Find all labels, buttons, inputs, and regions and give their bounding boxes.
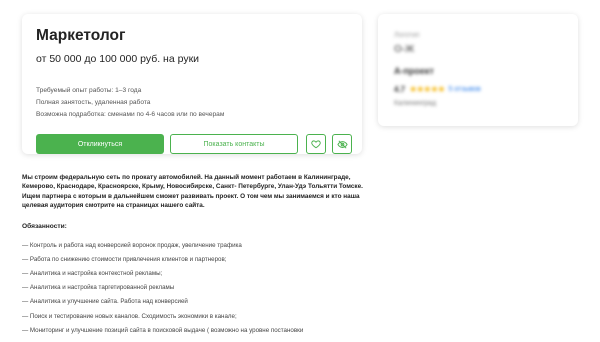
rating-stars: ★★★★★: [409, 84, 445, 94]
employer-logo[interactable]: Логотип: [394, 32, 420, 39]
show-contacts-button[interactable]: Показать контакты: [170, 134, 298, 154]
part-time-info: Возможна подработка: сменами по 4-6 часо…: [36, 111, 225, 118]
description-partner: Ищем партнера с которым в дальнейшем смо…: [22, 192, 360, 210]
list-item: — Аналитика и настройка контекстной рекл…: [22, 270, 163, 277]
list-item: — Работа по снижению стоимости привлечен…: [22, 255, 227, 263]
duties-list: — Контроль и работа над конверсией ворон…: [22, 239, 367, 338]
employer-logo-sub: О-Ж: [394, 44, 415, 55]
employer-location: Калининград: [394, 100, 437, 107]
duties-heading: Обязанности:: [22, 222, 67, 230]
employer-card: Логотип О-Ж А-проект 4.7 ★★★★★ 5 отзывов…: [378, 14, 578, 126]
employer-name[interactable]: А-проект: [394, 66, 434, 76]
hide-vacancy-button[interactable]: [332, 134, 352, 154]
favorite-button[interactable]: [306, 134, 326, 154]
description-intro: Мы строим федеральную сеть по прокату ав…: [22, 174, 363, 191]
vacancy-card: Маркетолог от 50 000 до 100 000 руб. на …: [22, 14, 362, 154]
employer-rating: 4.7 ★★★★★ 5 отзывов: [394, 84, 481, 95]
heart-icon: [311, 140, 321, 149]
list-item: — Аналитика и настройка таргетированной …: [22, 284, 175, 292]
list-item: — Контроль и работа над конверсией ворон…: [22, 241, 242, 249]
vacancy-description: Мы строим федеральную сеть по прокату ав…: [22, 173, 367, 338]
rating-value: 4.7: [394, 85, 406, 94]
respond-button[interactable]: Откликнуться: [36, 134, 164, 154]
experience-info: Требуемый опыт работы: 1–3 года: [36, 87, 142, 94]
list-item: — Аналитика и улучшение сайта. Работа на…: [22, 298, 188, 306]
eye-off-icon: [336, 140, 348, 148]
employment-info: Полная занятость, удаленная работа: [36, 99, 151, 106]
list-item: — Поиск и тестирование новых каналов. Сх…: [22, 312, 237, 320]
salary: от 50 000 до 100 000 руб. на руки: [36, 53, 200, 65]
list-item: — Мониторинг и улучшение позиций сайта в…: [22, 326, 304, 334]
vacancy-title: Маркетолог: [36, 27, 126, 44]
reviews-link[interactable]: 5 отзывов: [448, 86, 480, 93]
